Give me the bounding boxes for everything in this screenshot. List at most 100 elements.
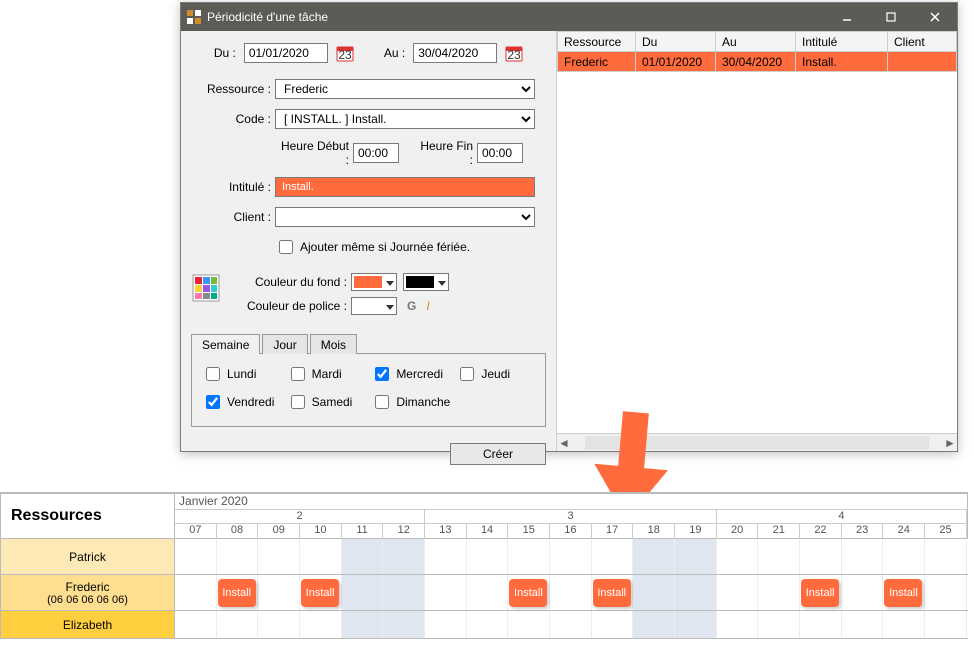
heure-fin-input[interactable]	[477, 143, 523, 163]
gantt-cell[interactable]	[467, 611, 509, 638]
gantt-cell[interactable]	[758, 539, 800, 574]
gantt-cell[interactable]	[175, 575, 217, 610]
color-palette-icon[interactable]	[191, 273, 221, 303]
fg-color-select[interactable]	[351, 297, 397, 315]
gantt-cell[interactable]	[842, 575, 884, 610]
task-block[interactable]: Install	[218, 579, 256, 607]
gantt-cell[interactable]: Install	[800, 575, 842, 610]
gantt-row-patrick[interactable]	[175, 539, 968, 575]
gantt-cell[interactable]: Install	[883, 575, 925, 610]
gantt-cell[interactable]	[383, 539, 425, 574]
gantt-cell[interactable]	[342, 539, 384, 574]
task-block[interactable]: Install	[593, 579, 631, 607]
gantt-cell[interactable]: Install	[508, 575, 550, 610]
maximize-button[interactable]	[869, 3, 913, 31]
day-lundi[interactable]: Lundi	[202, 364, 281, 384]
gantt-cell[interactable]	[300, 539, 342, 574]
calendar-icon[interactable]: 23	[505, 44, 523, 62]
gantt-cell[interactable]	[717, 539, 759, 574]
holiday-checkbox[interactable]: Ajouter même si Journée fériée.	[275, 237, 470, 257]
gantt-cell[interactable]	[300, 611, 342, 638]
gantt-cell[interactable]	[758, 575, 800, 610]
gantt-cell[interactable]	[425, 539, 467, 574]
gantt-cell[interactable]	[675, 611, 717, 638]
gantt-cell[interactable]	[717, 611, 759, 638]
tab-mois[interactable]: Mois	[310, 334, 357, 354]
day-dimanche[interactable]: Dimanche	[371, 392, 450, 412]
day-samedi[interactable]: Samedi	[287, 392, 366, 412]
gantt-cell[interactable]	[258, 575, 300, 610]
close-button[interactable]	[913, 3, 957, 31]
gantt-cell[interactable]	[883, 539, 925, 574]
gantt-cell[interactable]	[842, 539, 884, 574]
code-select[interactable]: [ INSTALL. ] Install.	[275, 109, 535, 129]
client-select[interactable]	[275, 207, 535, 227]
gantt-cell[interactable]	[508, 611, 550, 638]
task-block[interactable]: Install	[509, 579, 547, 607]
gantt-cell[interactable]	[425, 611, 467, 638]
calendar-icon[interactable]: 23	[336, 44, 354, 62]
task-block[interactable]: Install	[301, 579, 339, 607]
day-vendredi[interactable]: Vendredi	[202, 392, 281, 412]
intitule-preview[interactable]: Install.	[275, 177, 535, 197]
gantt-cell[interactable]	[592, 611, 634, 638]
bg-color-select[interactable]	[351, 273, 397, 291]
gantt-cell[interactable]	[925, 611, 967, 638]
resource-select[interactable]: Frederic	[275, 79, 535, 99]
day-mercredi[interactable]: Mercredi	[371, 364, 450, 384]
gantt-cell[interactable]	[217, 611, 259, 638]
col-au[interactable]: Au	[716, 32, 796, 52]
task-block[interactable]: Install	[801, 579, 839, 607]
col-du[interactable]: Du	[636, 32, 716, 52]
gantt-cell[interactable]	[383, 611, 425, 638]
gantt-cell[interactable]	[550, 575, 592, 610]
table-row[interactable]: Frederic 01/01/2020 30/04/2020 Install.	[558, 52, 957, 72]
gantt-cell[interactable]	[758, 611, 800, 638]
gantt-cell[interactable]: Install	[592, 575, 634, 610]
col-ressource[interactable]: Ressource	[558, 32, 636, 52]
bold-toggle[interactable]: G	[407, 299, 416, 313]
bg-preview-select[interactable]	[403, 273, 449, 291]
gantt-cell[interactable]	[467, 539, 509, 574]
gantt-cell[interactable]	[550, 539, 592, 574]
gantt-cell[interactable]	[508, 539, 550, 574]
gantt-cell[interactable]	[633, 539, 675, 574]
gantt-cell[interactable]	[675, 539, 717, 574]
gantt-cell[interactable]: Install	[217, 575, 259, 610]
resource-row-patrick[interactable]: Patrick	[0, 539, 175, 575]
gantt-cell[interactable]	[425, 575, 467, 610]
gantt-cell[interactable]	[925, 575, 967, 610]
minimize-button[interactable]	[825, 3, 869, 31]
gantt-cell[interactable]	[175, 539, 217, 574]
gantt-cell[interactable]	[342, 611, 384, 638]
task-block[interactable]: Install	[884, 579, 922, 607]
heure-debut-input[interactable]	[353, 143, 399, 163]
gantt-cell[interactable]	[592, 539, 634, 574]
gantt-row-elizabeth[interactable]	[175, 611, 968, 639]
date-from-input[interactable]	[244, 43, 328, 63]
resource-row-frederic[interactable]: Frederic (06 06 06 06 06)	[0, 575, 175, 611]
gantt-cell[interactable]	[467, 575, 509, 610]
gantt-cell[interactable]	[550, 611, 592, 638]
gantt-cell[interactable]	[800, 539, 842, 574]
gantt-cell[interactable]	[342, 575, 384, 610]
gantt-cell[interactable]	[633, 575, 675, 610]
gantt-cell[interactable]: Install	[300, 575, 342, 610]
tab-jour[interactable]: Jour	[262, 334, 307, 354]
date-to-input[interactable]	[413, 43, 497, 63]
day-mardi[interactable]: Mardi	[287, 364, 366, 384]
create-button[interactable]: Créer	[450, 443, 546, 465]
gantt-row-frederic[interactable]: Install Install Install Install Install Insta…	[175, 575, 968, 611]
gantt-cell[interactable]	[175, 611, 217, 638]
col-intitule[interactable]: Intitulé	[796, 32, 888, 52]
gantt-cell[interactable]	[883, 611, 925, 638]
resource-row-elizabeth[interactable]: Elizabeth	[0, 611, 175, 639]
gantt-cell[interactable]	[925, 539, 967, 574]
gantt-cell[interactable]	[383, 575, 425, 610]
day-jeudi[interactable]: Jeudi	[456, 364, 535, 384]
gantt-cell[interactable]	[217, 539, 259, 574]
gantt-cell[interactable]	[717, 575, 759, 610]
gantt-cell[interactable]	[675, 575, 717, 610]
gantt-cell[interactable]	[633, 611, 675, 638]
gantt-cell[interactable]	[258, 539, 300, 574]
